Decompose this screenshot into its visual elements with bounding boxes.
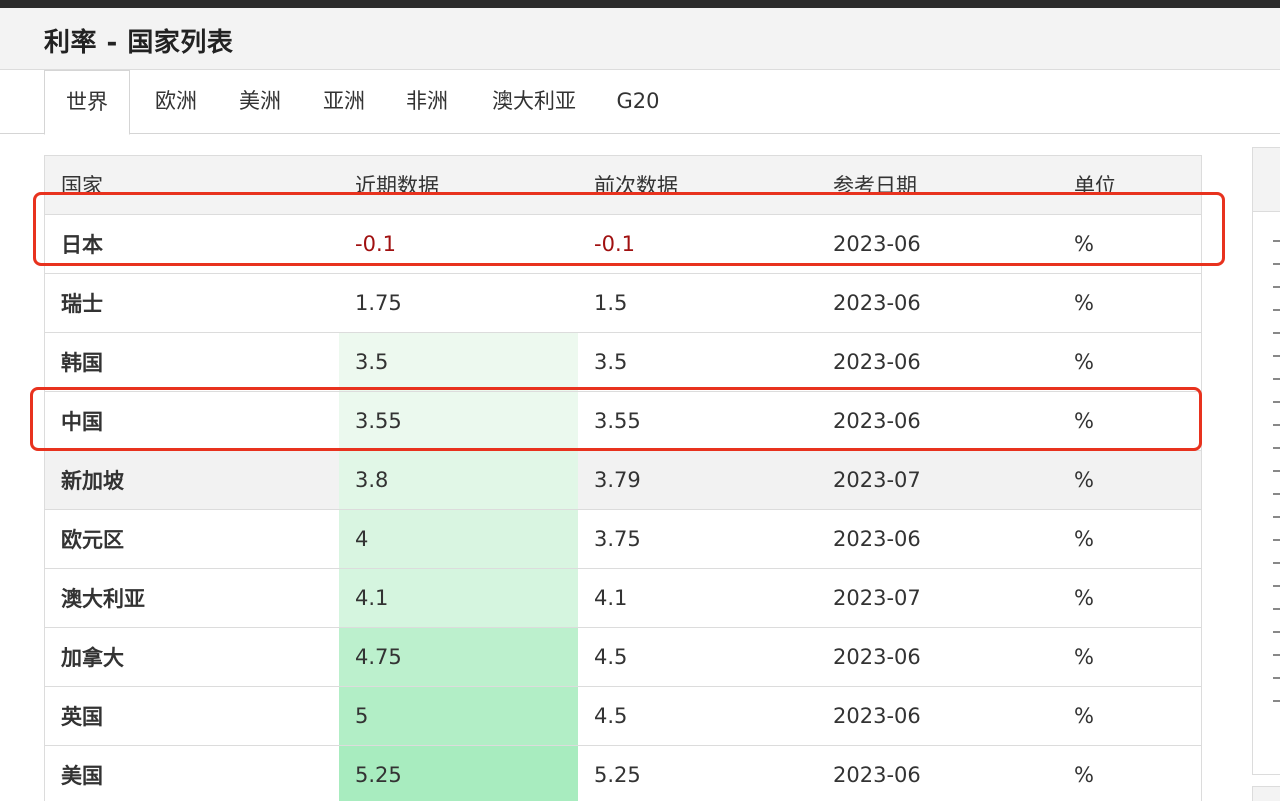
latest-value-cell: 3.55	[339, 391, 578, 451]
country-cell: 欧元区	[45, 509, 339, 569]
table-row[interactable]: 欧元区 4 3.75 2023-06%	[45, 509, 1201, 569]
latest-value-cell: -0.1	[339, 214, 578, 274]
country-cell: 瑞士	[45, 273, 339, 333]
latest-value-cell: 4.1	[339, 568, 578, 628]
table-row[interactable]: 瑞士 1.75 1.5 2023-06%	[45, 273, 1201, 333]
country-cell: 日本	[45, 214, 339, 274]
region-tabs: 世界 欧洲 美洲 亚洲 非洲 澳大利亚 G20	[0, 70, 1280, 135]
reference-date-cell: 2023-06	[817, 745, 1058, 801]
unit-cell: %	[1058, 509, 1201, 569]
country-cell: 澳大利亚	[45, 568, 339, 628]
unit-cell: %	[1058, 391, 1201, 451]
latest-value-cell: 5.25	[339, 745, 578, 801]
title-bar: 利率 - 国家列表	[0, 8, 1280, 70]
country-cell: 中国	[45, 391, 339, 451]
previous-value-cell: 3.75	[578, 509, 817, 569]
latest-value-cell: 3.8	[339, 450, 578, 510]
unit-cell: %	[1058, 273, 1201, 333]
table-row[interactable]: 美国 5.25 5.25 2023-06%	[45, 745, 1201, 801]
unit-cell: %	[1058, 214, 1201, 274]
latest-value-cell: 1.75	[339, 273, 578, 333]
unit-cell: %	[1058, 745, 1201, 801]
table-row[interactable]: 中国 3.55 3.55 2023-06%	[45, 391, 1201, 451]
tab-world[interactable]: 世界	[44, 70, 130, 135]
reference-date-cell: 2023-06	[817, 509, 1058, 569]
latest-value-cell: 5	[339, 686, 578, 746]
previous-value-cell: 3.55	[578, 391, 817, 451]
unit-cell: %	[1058, 568, 1201, 628]
column-header-unit[interactable]: 单位	[1058, 156, 1201, 215]
tab-australia[interactable]: 澳大利亚	[476, 70, 592, 134]
previous-value-cell: 4.1	[578, 568, 817, 628]
right-side-panel	[1252, 147, 1280, 775]
right-panel-clipped-text	[1273, 240, 1280, 723]
latest-value-cell: 4.75	[339, 627, 578, 687]
reference-date-cell: 2023-06	[817, 332, 1058, 392]
table-row[interactable]: 韩国 3.5 3.5 2023-06%	[45, 332, 1201, 392]
column-header-latest[interactable]: 近期数据	[339, 156, 578, 215]
column-header-country[interactable]: 国家	[45, 156, 339, 215]
latest-value-cell: 4	[339, 509, 578, 569]
reference-date-cell: 2023-06	[817, 686, 1058, 746]
table-body: 日本 -0.1 -0.1 2023-06% 瑞士 1.75 1.5 2023-06% 韩国 3.5…	[45, 214, 1201, 801]
page-title: 利率 - 国家列表	[44, 28, 234, 58]
previous-value-cell: 5.25	[578, 745, 817, 801]
previous-value-cell: 4.5	[578, 686, 817, 746]
unit-cell: %	[1058, 450, 1201, 510]
country-cell: 新加坡	[45, 450, 339, 510]
window-top-strip	[0, 0, 1280, 8]
latest-value-cell: 3.5	[339, 332, 578, 392]
country-cell: 英国	[45, 686, 339, 746]
country-cell: 加拿大	[45, 627, 339, 687]
table-row[interactable]: 新加坡 3.8 3.79 2023-07%	[45, 450, 1201, 510]
reference-date-cell: 2023-06	[817, 627, 1058, 687]
table-row[interactable]: 英国 5 4.5 2023-06%	[45, 686, 1201, 746]
tab-g20[interactable]: G20	[605, 70, 671, 134]
table-row[interactable]: 加拿大 4.75 4.5 2023-06%	[45, 627, 1201, 687]
reference-date-cell: 2023-06	[817, 391, 1058, 451]
tab-europe[interactable]: 欧洲	[140, 70, 212, 134]
previous-value-cell: 1.5	[578, 273, 817, 333]
unit-cell: %	[1058, 686, 1201, 746]
reference-date-cell: 2023-06	[817, 273, 1058, 333]
reference-date-cell: 2023-06	[817, 214, 1058, 274]
previous-value-cell: 3.5	[578, 332, 817, 392]
tab-africa[interactable]: 非洲	[391, 70, 463, 134]
column-header-date[interactable]: 参考日期	[817, 156, 1058, 215]
reference-date-cell: 2023-07	[817, 568, 1058, 628]
interest-rate-table: 国家 近期数据 前次数据 参考日期 单位 日本 -0.1 -0.1 2023-06% 瑞…	[45, 156, 1201, 801]
country-cell: 韩国	[45, 332, 339, 392]
table-row[interactable]: 澳大利亚 4.1 4.1 2023-07%	[45, 568, 1201, 628]
right-panel-header	[1253, 148, 1280, 212]
tab-americas[interactable]: 美洲	[224, 70, 296, 134]
right-panel-footer	[1252, 786, 1280, 801]
table-header-row: 国家 近期数据 前次数据 参考日期 单位	[45, 156, 1201, 215]
previous-value-cell: -0.1	[578, 214, 817, 274]
unit-cell: %	[1058, 627, 1201, 687]
previous-value-cell: 4.5	[578, 627, 817, 687]
table-row[interactable]: 日本 -0.1 -0.1 2023-06%	[45, 214, 1201, 274]
tab-asia[interactable]: 亚洲	[308, 70, 380, 134]
column-header-previous[interactable]: 前次数据	[578, 156, 817, 215]
country-cell: 美国	[45, 745, 339, 801]
reference-date-cell: 2023-07	[817, 450, 1058, 510]
unit-cell: %	[1058, 332, 1201, 392]
previous-value-cell: 3.79	[578, 450, 817, 510]
interest-rate-table-container: 国家 近期数据 前次数据 参考日期 单位 日本 -0.1 -0.1 2023-06% 瑞…	[44, 155, 1202, 801]
